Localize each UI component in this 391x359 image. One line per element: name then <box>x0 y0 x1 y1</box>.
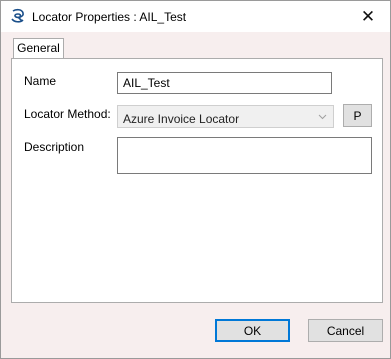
locator-method-properties-button[interactable]: P <box>343 104 372 127</box>
name-field[interactable] <box>117 72 332 94</box>
locator-properties-dialog: Locator Properties : AIL_Test ✕ General … <box>0 0 391 359</box>
locator-icon <box>11 8 24 23</box>
name-label: Name <box>24 74 57 88</box>
title-bar: Locator Properties : AIL_Test ✕ <box>1 1 390 32</box>
locator-method-value: Azure Invoice Locator <box>123 112 240 126</box>
close-button[interactable]: ✕ <box>346 1 390 32</box>
cancel-button[interactable]: Cancel <box>308 319 383 342</box>
description-label: Description <box>24 140 85 154</box>
cancel-button-label: Cancel <box>326 323 365 338</box>
properties-button-label: P <box>353 108 362 123</box>
tab-general[interactable]: General <box>13 38 64 59</box>
ok-button-label: OK <box>243 323 262 338</box>
close-icon: ✕ <box>360 6 376 26</box>
window-title: Locator Properties : AIL_Test <box>32 10 187 24</box>
description-field[interactable] <box>117 137 372 174</box>
ok-button[interactable]: OK <box>215 319 290 342</box>
chevron-down-icon <box>318 114 327 120</box>
locator-method-select[interactable]: Azure Invoice Locator <box>117 105 334 128</box>
general-tab-panel: Name Locator Method: Azure Invoice Locat… <box>11 58 383 303</box>
locator-method-label: Locator Method: <box>24 107 111 121</box>
